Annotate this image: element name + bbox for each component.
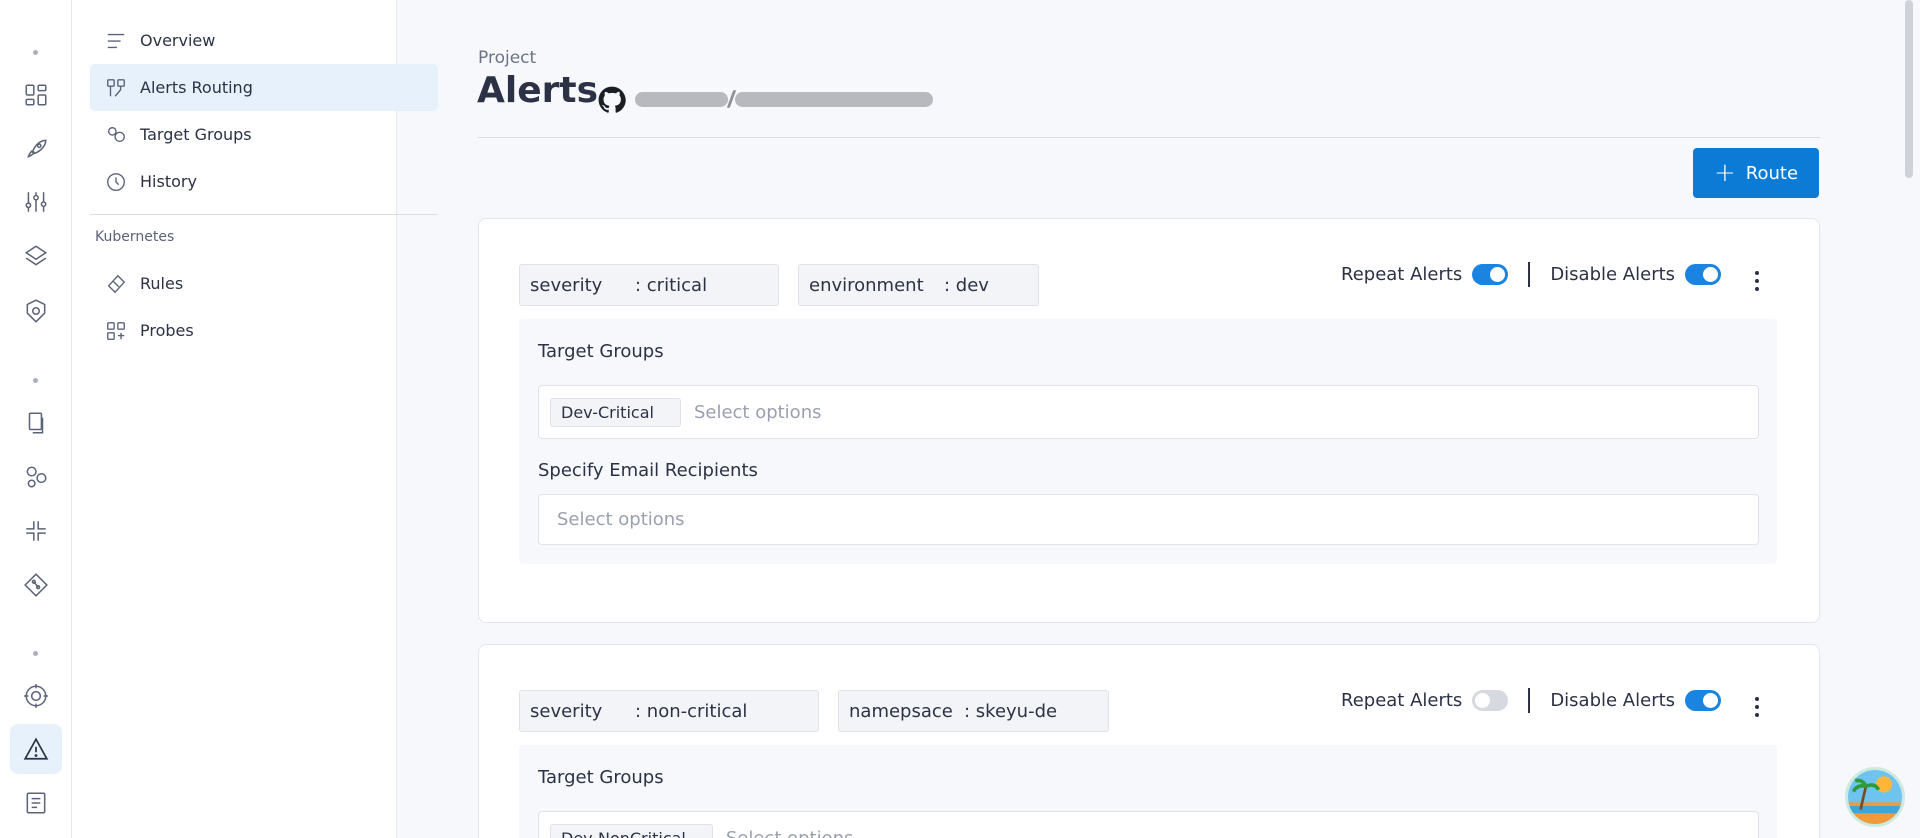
nav-item-label: Target Groups	[140, 125, 252, 144]
redacted-repo	[735, 92, 933, 107]
disable-alerts-label: Disable Alerts	[1550, 689, 1676, 711]
rail-dot	[33, 651, 38, 656]
header-divider	[478, 137, 1820, 138]
repeat-alerts-label: Repeat Alerts	[1341, 263, 1463, 285]
more-options-icon[interactable]	[1747, 695, 1767, 719]
sliders-icon[interactable]	[16, 182, 56, 222]
matcher-key: environment	[809, 274, 924, 296]
matcher-value: : critical	[635, 274, 708, 296]
matcher-key: namepsace	[849, 700, 953, 722]
documents-icon[interactable]	[16, 403, 56, 443]
route-toggles: Repeat Alerts Disable Alerts	[1341, 257, 1722, 291]
matcher-value: : non-critical	[635, 700, 748, 722]
secondary-nav: Overview Alerts Routing Target Groups Hi…	[72, 0, 438, 838]
integration-icon[interactable]	[16, 511, 56, 551]
helm-icon[interactable]	[16, 291, 56, 331]
rail-dot	[33, 378, 38, 383]
target-groups-label: Target Groups	[538, 767, 664, 788]
nav-item-label: Overview	[140, 31, 216, 50]
rail-dot	[33, 50, 38, 55]
github-icon[interactable]	[598, 86, 626, 114]
groups-icon	[107, 126, 125, 142]
breadcrumb: Project	[478, 48, 537, 68]
matcher-key: severity	[530, 274, 603, 296]
disable-alerts-toggle[interactable]	[1685, 263, 1722, 285]
main-content: Project Alerts + Route severity : critic…	[397, 0, 1920, 838]
alerts-icon[interactable]	[10, 724, 62, 774]
disable-alerts-label: Disable Alerts	[1550, 263, 1676, 285]
nav-item-label: Rules	[140, 274, 184, 293]
add-route-button[interactable]: + Route	[1693, 148, 1819, 198]
toggle-separator	[1528, 687, 1531, 713]
route-toggles: Repeat Alerts Disable Alerts	[1341, 683, 1722, 717]
route-panel: Target Groups Dev-Critical Select option…	[519, 319, 1777, 564]
repeat-alerts-toggle[interactable]	[1472, 263, 1509, 285]
target-groups-select[interactable]: Dev-Critical Select options	[538, 385, 1759, 439]
nav-section-title: Kubernetes	[95, 229, 175, 245]
route-button-label: Route	[1745, 162, 1799, 184]
page-title: Alerts	[477, 70, 599, 111]
routing-icon	[107, 78, 125, 97]
icon-rail	[0, 0, 72, 838]
nav-divider	[90, 214, 438, 215]
nav-item-label: Alerts Routing	[140, 78, 253, 97]
nav-item-target-groups[interactable]: Target Groups	[90, 111, 438, 158]
target-group-chip[interactable]: Dev-Critical	[550, 397, 681, 427]
nav-item-probes[interactable]: Probes	[90, 307, 438, 354]
plus-icon: +	[1713, 158, 1736, 188]
probes-icon	[107, 321, 125, 340]
nav-item-history[interactable]: History	[90, 158, 438, 205]
matcher-value: : dev	[944, 274, 989, 296]
toggle-separator	[1528, 261, 1531, 287]
redacted-owner	[635, 92, 728, 107]
list-icon	[107, 33, 125, 48]
nav-item-label: Probes	[140, 321, 194, 340]
matcher-value: : skeyu-de	[964, 700, 1058, 722]
select-placeholder: Select options	[725, 827, 854, 838]
route-card: severity : critical environment : dev Re…	[478, 218, 1820, 623]
layers-icon[interactable]	[16, 236, 56, 276]
git-icon[interactable]	[16, 565, 56, 605]
target-icon[interactable]	[16, 676, 56, 716]
nav-item-rules[interactable]: Rules	[90, 260, 438, 307]
email-recipients-select[interactable]: Select options	[538, 494, 1759, 545]
matcher-tag[interactable]: severity : critical	[519, 264, 779, 306]
matcher-tag[interactable]: severity : non-critical	[519, 690, 819, 732]
nav-item-label: History	[140, 172, 197, 191]
nav-item-overview[interactable]: Overview	[90, 17, 438, 64]
rocket-icon[interactable]	[16, 129, 56, 169]
route-panel: Target Groups Dev-NonCritical Select opt…	[519, 745, 1777, 838]
avatar[interactable]	[1845, 767, 1905, 827]
repeat-alerts-label: Repeat Alerts	[1341, 689, 1463, 711]
select-placeholder: Select options	[693, 401, 822, 423]
target-group-chip[interactable]: Dev-NonCritical	[550, 823, 713, 838]
matcher-key: severity	[530, 700, 603, 722]
disable-alerts-toggle[interactable]	[1685, 689, 1722, 711]
email-recipients-label: Specify Email Recipients	[538, 460, 758, 481]
shapes-icon[interactable]	[16, 457, 56, 497]
beach-avatar-icon	[1848, 770, 1902, 824]
repeat-alerts-toggle[interactable]	[1472, 689, 1509, 711]
target-groups-label: Target Groups	[538, 341, 664, 362]
nav-item-alerts-routing[interactable]: Alerts Routing	[90, 64, 438, 111]
logs-icon[interactable]	[16, 783, 56, 823]
more-options-icon[interactable]	[1747, 269, 1767, 293]
target-groups-select[interactable]: Dev-NonCritical Select options	[538, 811, 1759, 838]
rules-icon	[107, 274, 126, 293]
history-icon	[107, 172, 125, 191]
matcher-tag[interactable]: environment : dev	[798, 264, 1039, 306]
matcher-tag[interactable]: namepsace : skeyu-de	[838, 690, 1109, 732]
route-card: severity : non-critical namepsace : skey…	[478, 644, 1820, 838]
scrollbar[interactable]	[1905, 0, 1913, 178]
dashboard-icon[interactable]	[16, 75, 56, 115]
select-placeholder: Select options	[557, 509, 685, 530]
